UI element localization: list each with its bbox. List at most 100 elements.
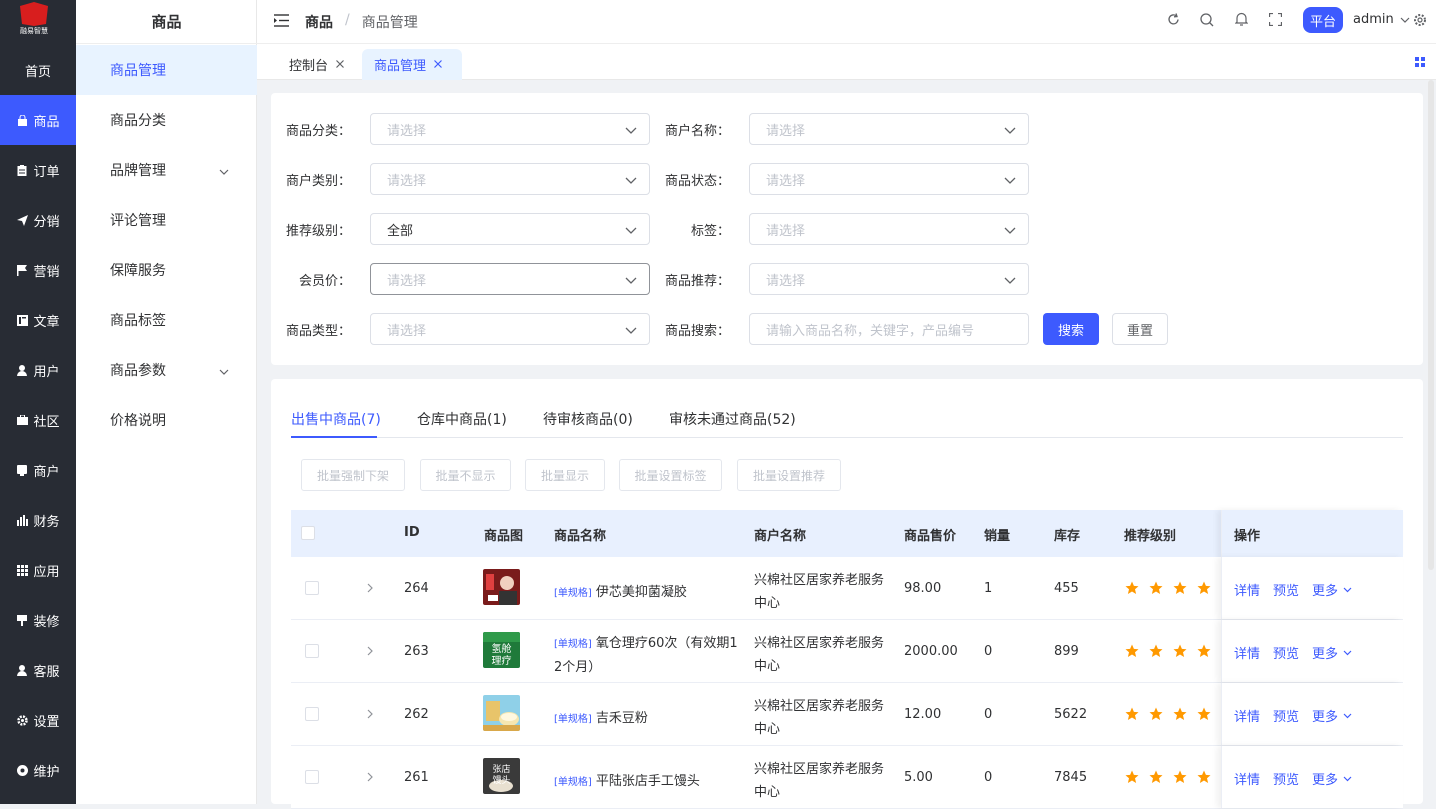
goods-thumbnail[interactable]: 张店 馒头 [483,758,520,794]
more-dropdown[interactable]: 更多 [1312,769,1352,788]
menu-fold-icon[interactable] [274,14,289,31]
expand-chevron-icon[interactable] [367,582,373,597]
sub-item-price-desc[interactable]: 价格说明 [76,395,257,445]
goods-type-select[interactable]: 请选择 [370,313,650,345]
user-menu[interactable]: admin [1353,12,1410,27]
close-icon[interactable] [336,57,344,72]
expand-chevron-icon[interactable] [367,708,373,723]
tab-review-failed[interactable]: 审核未通过商品(52) [669,409,796,429]
sub-item-guarantee[interactable]: 保障服务 [76,245,257,295]
close-icon[interactable] [434,57,442,72]
rail-item-settings[interactable]: 设置 [0,695,76,745]
goods-sales: 1 [984,581,993,596]
more-dropdown[interactable]: 更多 [1312,580,1352,599]
recommend-stars[interactable] [1125,644,1211,658]
recommend-stars[interactable] [1125,707,1211,721]
goods-status-select[interactable]: 请选择 [749,163,1029,195]
sub-item-reviews[interactable]: 评论管理 [76,195,257,245]
goods-recommend-select[interactable]: 请选择 [749,263,1029,295]
preview-link[interactable]: 预览 [1273,580,1299,599]
filter-form: 商品分类： 请选择 商户名称： 请选择 商户类别： 请选择 商品状态： 请选择 … [271,93,1423,365]
rail-item-distribution[interactable]: 分销 [0,195,76,245]
goods-id: 262 [404,707,429,722]
sub-item-brand[interactable]: 品牌管理 [76,145,257,195]
batch-hide-button[interactable]: 批量不显示 [420,459,511,491]
recommend-level-select[interactable]: 全部 [370,213,650,245]
goods-name[interactable]: [单规格] 伊芯美抑菌凝胶 [554,581,687,600]
tab-goods-management[interactable]: 商品管理 [362,49,462,80]
merchant-type-select[interactable]: 请选择 [370,163,650,195]
preview-link[interactable]: 预览 [1273,706,1299,725]
tag-select[interactable]: 请选择 [749,213,1029,245]
row-checkbox[interactable] [305,581,319,595]
rail-item-orders[interactable]: 订单 [0,145,76,195]
batch-force-off-button[interactable]: 批量强制下架 [301,459,405,491]
select-all-checkbox[interactable] [301,526,315,540]
breadcrumb-root[interactable]: 商品 [305,12,333,32]
reset-button[interactable]: 重置 [1112,313,1168,345]
rail-item-home[interactable]: 首页 [0,45,76,95]
preview-link[interactable]: 预览 [1273,769,1299,788]
table-row: 264 [单规格] 伊芯美抑菌凝胶 兴棉社区居家养老服务 中心 98.00 1 45… [291,557,1403,620]
fullscreen-icon[interactable] [1268,12,1283,30]
row-checkbox[interactable] [305,644,319,658]
ops-header-cell: 操作 [1221,510,1403,557]
sub-item-tags[interactable]: 商品标签 [76,295,257,345]
sub-item-goods-management[interactable]: 商品管理 [76,45,257,95]
member-price-select[interactable]: 请选择 [370,263,650,295]
tab-in-warehouse[interactable]: 仓库中商品(1) [417,409,507,429]
rail-item-articles[interactable]: 文章 [0,295,76,345]
page-scrollbar[interactable] [1428,80,1434,570]
rail-item-merchants[interactable]: 商户 [0,445,76,495]
goods-name[interactable]: [单规格] 氧仓理疗60次（有效期1 2个月） [554,632,739,679]
tabs-grid-icon[interactable] [1415,56,1425,71]
goods-name[interactable]: [单规格] 吉禾豆粉 [554,707,648,726]
goods-thumbnail[interactable] [483,569,520,605]
settings-gear-icon[interactable] [1413,13,1427,31]
row-checkbox[interactable] [305,770,319,784]
col-sales: 销量 [984,529,1011,544]
batch-set-tag-button[interactable]: 批量设置标签 [619,459,722,491]
detail-link[interactable]: 详情 [1234,769,1260,788]
recommend-stars[interactable] [1125,581,1211,595]
search-icon[interactable] [1200,13,1214,31]
expand-chevron-icon[interactable] [367,771,373,786]
expand-chevron-icon[interactable] [367,645,373,660]
rail-item-decoration[interactable]: 装修 [0,595,76,645]
rail-item-finance[interactable]: 财务 [0,495,76,545]
batch-set-recommend-button[interactable]: 批量设置推荐 [737,459,841,491]
goods-name[interactable]: [单规格] 平陆张店手工馒头 [554,770,700,789]
search-button[interactable]: 搜索 [1043,313,1099,345]
row-checkbox[interactable] [305,707,319,721]
merchant-name-select[interactable]: 请选择 [749,113,1029,145]
detail-link[interactable]: 详情 [1234,643,1260,662]
page-tabs-bar: 控制台 商品管理 [257,44,1436,80]
tab-pending-review[interactable]: 待审核商品(0) [543,409,633,429]
more-dropdown[interactable]: 更多 [1312,643,1352,662]
goods-search-input[interactable]: 请输入商品名称，关键字，产品编号 [749,313,1029,345]
detail-link[interactable]: 详情 [1234,580,1260,599]
detail-link[interactable]: 详情 [1234,706,1260,725]
sub-item-params[interactable]: 商品参数 [76,345,257,395]
sub-item-goods-category[interactable]: 商品分类 [76,95,257,145]
batch-show-button[interactable]: 批量显示 [525,459,605,491]
rail-item-community[interactable]: 社区 [0,395,76,445]
rail-item-goods[interactable]: 商品 [0,95,76,145]
preview-link[interactable]: 预览 [1273,643,1299,662]
more-dropdown[interactable]: 更多 [1312,706,1352,725]
tab-dashboard[interactable]: 控制台 [277,49,356,80]
bell-icon[interactable] [1234,12,1249,30]
goods-thumbnail[interactable]: 氢舱 理疗 [483,632,520,668]
rail-item-marketing[interactable]: 营销 [0,245,76,295]
rail-item-users[interactable]: 用户 [0,345,76,395]
category-select[interactable]: 请选择 [370,113,650,145]
rail-item-maintenance[interactable]: 维护 [0,745,76,795]
recommend-stars[interactable] [1125,770,1211,784]
platform-badge[interactable]: 平台 [1303,7,1343,33]
rail-item-apps[interactable]: 应用 [0,545,76,595]
goods-thumbnail[interactable] [483,695,520,731]
refresh-icon[interactable] [1167,13,1180,30]
tab-on-sale[interactable]: 出售中商品(7) [291,409,381,429]
select-placeholder: 请选择 [766,223,806,239]
rail-item-support[interactable]: 客服 [0,645,76,695]
